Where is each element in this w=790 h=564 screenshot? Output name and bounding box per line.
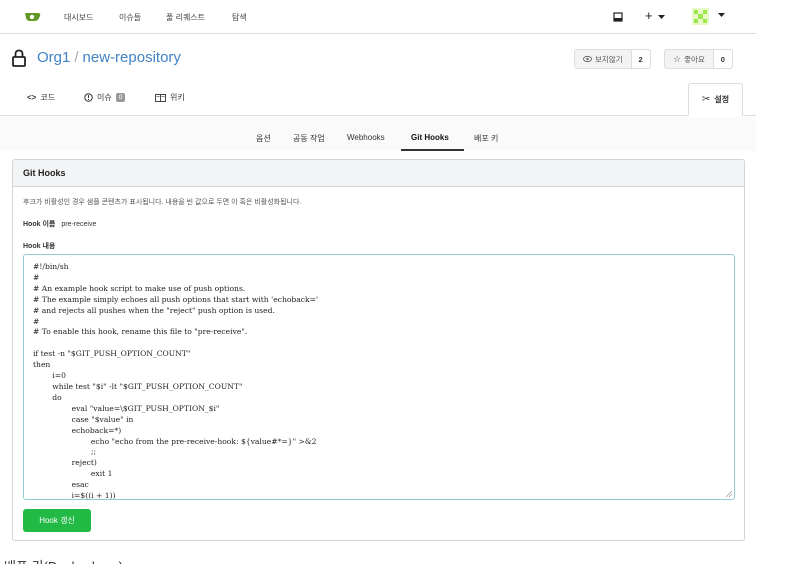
tab-issues[interactable]: 이슈 0	[84, 92, 126, 103]
lock-icon	[12, 49, 26, 67]
hook-name-row: Hook 이름 pre-receive	[23, 219, 96, 229]
issue-opened-icon	[84, 93, 93, 102]
nav-pull-requests[interactable]: 풀 리퀘스트	[166, 12, 205, 23]
book-icon	[155, 93, 166, 102]
update-hook-button[interactable]: Hook 갱신	[23, 509, 91, 532]
watch-button[interactable]: 보지않기 2	[574, 49, 651, 69]
hook-name-value: pre-receive	[61, 221, 97, 228]
tab-settings-label: 설정	[714, 95, 730, 104]
create-plus-icon[interactable]: +	[645, 8, 653, 23]
tab-settings[interactable]: ✂ 설정	[688, 83, 743, 116]
nav-dashboard[interactable]: 대시보드	[64, 12, 93, 23]
active-submenu-indicator	[401, 149, 464, 151]
deploy-keys-heading: 배포 키(Deploy keys)	[4, 556, 123, 564]
help-text: 후크가 비활성인 경우 샘플 콘텐츠가 표시됩니다. 내용을 빈 값으로 두면 …	[23, 199, 302, 206]
repo-separator: /	[74, 49, 79, 66]
submenu-deploy-keys[interactable]: 배포 키	[474, 133, 498, 144]
resize-handle-icon[interactable]	[726, 491, 732, 497]
panel-title: Git Hooks	[13, 160, 744, 187]
nav-issues[interactable]: 이슈들	[119, 12, 141, 23]
watch-count[interactable]: 2	[631, 50, 650, 68]
submenu-options[interactable]: 옵션	[256, 133, 271, 144]
notification-inbox-icon[interactable]	[613, 12, 623, 22]
settings-submenu: 옵션 공동 작업 Webhooks Git Hooks 배포 키	[0, 117, 756, 151]
tab-issues-label: 이슈	[97, 93, 112, 102]
top-navbar: 대시보드 이슈들 풀 리퀘스트 탐색 +	[0, 0, 756, 34]
user-avatar[interactable]	[692, 8, 709, 25]
repo-name-link[interactable]: new-repository	[83, 49, 181, 66]
repo-title: Org1/new-repository	[37, 49, 181, 66]
star-label-wrap: ☆ 좋아요	[665, 50, 714, 68]
star-count[interactable]: 0	[713, 50, 732, 68]
chevron-down-icon[interactable]	[658, 15, 665, 19]
star-label: 좋아요	[684, 54, 705, 64]
repo-header: Org1/new-repository 보지않기 2 ☆ 좋아요 0 <> 코드…	[0, 35, 756, 116]
star-icon: ☆	[673, 53, 682, 64]
tab-code-label: 코드	[40, 93, 56, 102]
avatar-chevron-down-icon[interactable]	[718, 13, 725, 17]
tab-wiki[interactable]: 위키	[155, 92, 185, 103]
submenu-webhooks[interactable]: Webhooks	[347, 133, 385, 142]
tab-wiki-label: 위키	[170, 93, 185, 102]
hook-content-editor[interactable]: #!/bin/sh # # An example hook script to …	[23, 254, 735, 500]
hook-content-label: Hook 내용	[23, 243, 56, 250]
eye-icon	[583, 56, 592, 62]
submenu-git-hooks[interactable]: Git Hooks	[411, 133, 449, 142]
code-icon: <>	[27, 93, 37, 102]
issues-count-badge: 0	[115, 93, 126, 102]
star-button[interactable]: ☆ 좋아요 0	[664, 49, 733, 69]
nav-explore[interactable]: 탐색	[232, 12, 247, 23]
hook-script-text[interactable]: #!/bin/sh # # An example hook script to …	[33, 262, 725, 499]
tab-code[interactable]: <> 코드	[27, 92, 55, 103]
git-hooks-panel: Git Hooks 후크가 비활성인 경우 샘플 콘텐츠가 표시됩니다. 내용을…	[12, 159, 745, 541]
submenu-collaboration[interactable]: 공동 작업	[293, 133, 325, 144]
hook-name-label: Hook 이름	[23, 221, 56, 228]
repo-owner-link[interactable]: Org1	[37, 49, 70, 66]
gitea-logo-icon[interactable]	[24, 11, 41, 23]
tools-icon: ✂	[701, 94, 711, 105]
watch-label-wrap: 보지않기	[575, 50, 632, 68]
watch-label: 보지않기	[595, 54, 623, 64]
